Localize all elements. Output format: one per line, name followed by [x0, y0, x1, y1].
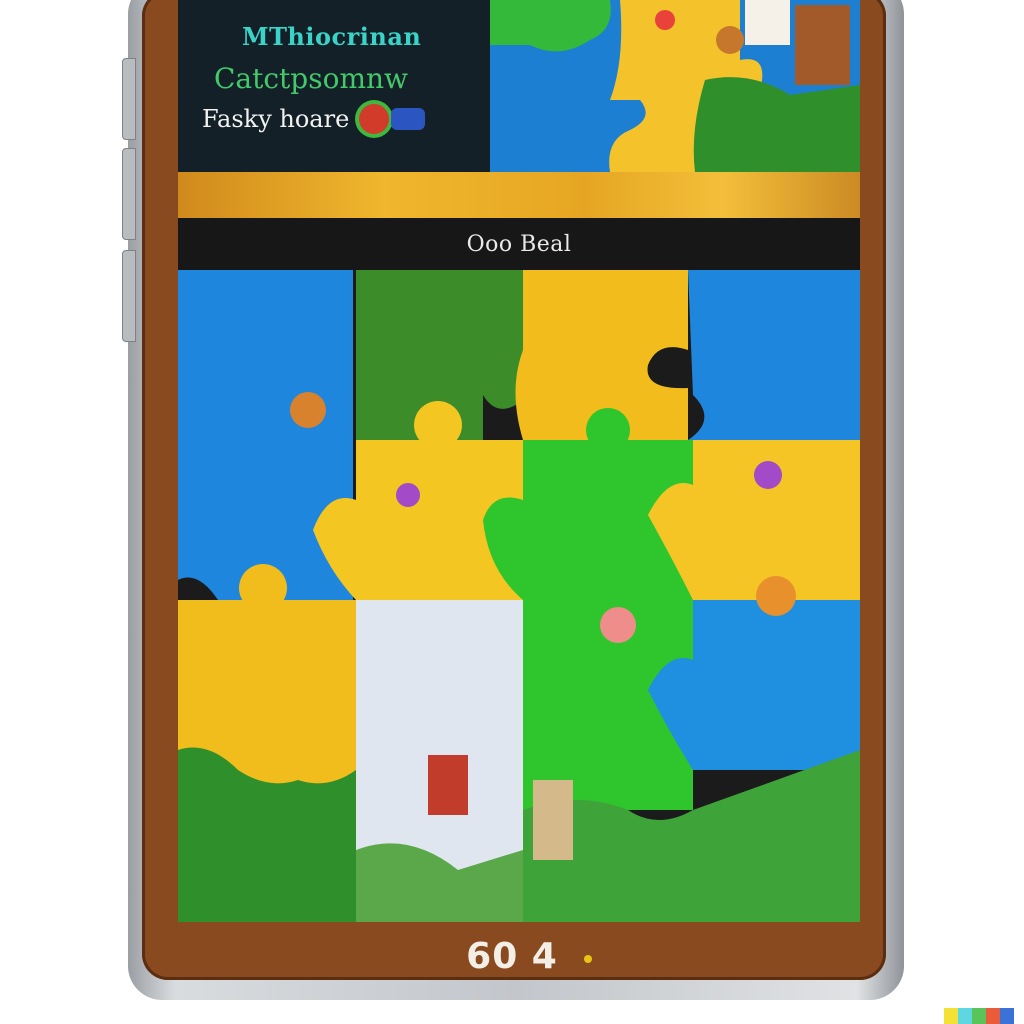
puzzle-piece-tab	[414, 401, 462, 449]
game-screen: MThiocrinan Catctpsomnw Fasky hoare Ooo …	[178, 0, 860, 922]
preview-castle	[795, 5, 850, 85]
preview-cloud	[745, 0, 790, 45]
flower-decoration	[290, 392, 326, 428]
color-strip	[986, 1008, 1000, 1024]
flower-decoration	[754, 461, 782, 489]
power-button[interactable]	[122, 250, 136, 342]
game-subtitle: Catctpsomnw	[214, 62, 409, 95]
mushroom-decoration	[756, 576, 796, 616]
red-mode-icon[interactable]	[359, 104, 390, 134]
puzzle-preview-image	[490, 0, 860, 172]
header-info-panel: MThiocrinan Catctpsomnw Fasky hoare	[178, 0, 490, 172]
blue-mode-icon[interactable]	[391, 108, 426, 130]
color-strip	[958, 1008, 972, 1024]
color-strip	[972, 1008, 986, 1024]
color-strip	[944, 1008, 958, 1024]
color-strip	[1000, 1008, 1014, 1024]
puzzle-piece-tab	[586, 408, 630, 452]
score-counter: 60 4	[466, 936, 558, 977]
game-header: MThiocrinan Catctpsomnw Fasky hoare	[178, 0, 860, 172]
puzzle-piece-tab	[239, 564, 287, 612]
status-bar: Ooo Beal	[178, 218, 860, 270]
status-label: Ooo Beal	[466, 232, 572, 257]
preview-forest	[693, 77, 860, 172]
flower-decoration	[396, 483, 420, 507]
tray-shelf	[178, 172, 860, 218]
tree-trunk	[533, 780, 573, 860]
volume-up-button[interactable]	[122, 58, 136, 140]
volume-down-button[interactable]	[122, 148, 136, 240]
puzzle-board[interactable]	[178, 270, 860, 922]
preview-flower	[716, 26, 744, 54]
cottage-decoration	[428, 755, 468, 815]
game-title: MThiocrinan	[242, 22, 422, 51]
puzzle-piece[interactable]	[688, 270, 860, 440]
flower-decoration	[600, 607, 636, 643]
mode-label: Fasky hoare	[202, 105, 350, 133]
mode-row[interactable]: Fasky hoare	[202, 104, 426, 134]
mode-icons[interactable]	[359, 104, 426, 134]
counter-indicator-dot	[584, 955, 592, 963]
preview-red-dot	[655, 10, 675, 30]
